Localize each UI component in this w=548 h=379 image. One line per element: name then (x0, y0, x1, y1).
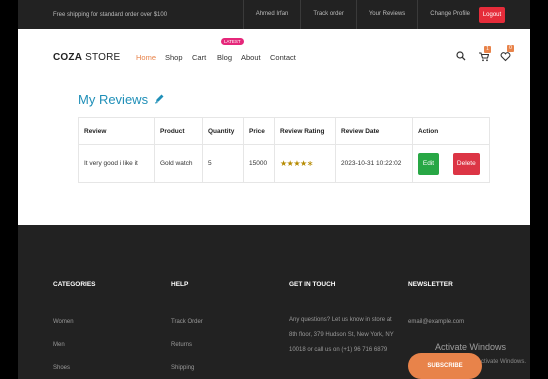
help-track-order[interactable]: Track Order (171, 319, 203, 342)
nav-cart[interactable]: Cart (192, 53, 206, 62)
quantity-value: 5 (202, 144, 244, 183)
get-in-touch-heading: GET IN TOUCH (289, 281, 336, 288)
activate-windows-watermark-secondary: ctivate Windows. (481, 359, 527, 365)
your-reviews-link[interactable]: Your Reviews (355, 0, 417, 29)
logout-button[interactable]: Logout (479, 7, 505, 23)
footer-get-in-touch: GET IN TOUCH Any questions? Let us know … (289, 281, 401, 358)
col-review-date: Review Date (335, 117, 413, 145)
action-cell: Edit Delete (412, 144, 490, 183)
col-review-rating: Review Rating (274, 117, 336, 145)
app-frame: Free shipping for standard order over $1… (18, 0, 530, 379)
product-name: Gold watch (154, 144, 203, 183)
col-review: Review (78, 117, 155, 145)
footer-newsletter: NEWSLETTER email@example.com (408, 281, 464, 325)
cart-count-badge: 1 (484, 46, 491, 53)
edit-button[interactable]: Edit (418, 152, 439, 175)
review-rating: ★★★★∗ (274, 144, 336, 183)
track-order-link[interactable]: Track order (300, 0, 355, 29)
category-shoes[interactable]: Shoes (53, 365, 96, 379)
footer-categories: CATEGORIES Women Men Shoes (53, 281, 96, 379)
subscribe-button[interactable]: SUBSCRIBE (408, 353, 482, 379)
nav-home[interactable]: Home (136, 53, 156, 62)
newsletter-heading: NEWSLETTER (408, 281, 453, 288)
user-name-link[interactable]: Ahmed Irfan (242, 0, 301, 29)
newsletter-email-input[interactable]: email@example.com (408, 319, 464, 325)
wishlist-count-badge: 0 (507, 45, 514, 52)
activate-windows-watermark: Activate Windows (435, 342, 507, 352)
review-date: 2023-10-31 10:22:02 (335, 144, 413, 183)
nav-about[interactable]: About (241, 53, 261, 62)
main-header: COZA STORE Home Shop Cart Blog About Con… (18, 29, 530, 81)
heart-icon[interactable] (498, 51, 512, 65)
page-title: My Reviews (78, 92, 165, 107)
delete-button[interactable]: Delete (452, 152, 480, 175)
category-men[interactable]: Men (53, 342, 96, 365)
nav-blog[interactable]: Blog (217, 53, 232, 62)
categories-heading: CATEGORIES (53, 281, 96, 288)
top-links: Ahmed Irfan Track order Your Reviews Cha… (242, 0, 482, 29)
page-title-text: My Reviews (78, 92, 149, 107)
contact-info: Any questions? Let us know in store at 8… (289, 317, 394, 353)
nav-shop[interactable]: Shop (165, 53, 183, 62)
top-bar: Free shipping for standard order over $1… (18, 0, 530, 29)
col-product: Product (154, 117, 203, 145)
col-quantity: Quantity (202, 117, 244, 145)
shipping-notice: Free shipping for standard order over $1… (53, 12, 168, 18)
footer-help: HELP Track Order Returns Shipping (171, 281, 203, 379)
reviews-table: Review Product Quantity Price Review Rat… (78, 117, 490, 183)
help-heading: HELP (171, 281, 189, 288)
latest-badge: LATEST (221, 38, 244, 45)
col-action: Action (412, 117, 490, 145)
category-women[interactable]: Women (53, 319, 96, 342)
logo-rest: STORE (82, 52, 121, 63)
review-text: It very good i like it (78, 144, 155, 183)
cart-icon[interactable] (476, 51, 490, 65)
table-header-row: Review Product Quantity Price Review Rat… (78, 117, 490, 145)
search-icon[interactable] (454, 51, 468, 65)
pencil-icon (154, 93, 165, 107)
help-shipping[interactable]: Shipping (171, 365, 203, 379)
col-price: Price (243, 117, 275, 145)
help-returns[interactable]: Returns (171, 342, 203, 365)
table-row: It very good i like it Gold watch 5 1500… (78, 144, 490, 183)
change-profile-link[interactable]: Change Profile (417, 0, 482, 29)
star-rating-icon: ★★★★∗ (280, 159, 313, 168)
price-value: 15000 (243, 144, 275, 183)
store-logo[interactable]: COZA STORE (53, 52, 120, 63)
nav-contact[interactable]: Contact (270, 53, 296, 62)
logo-bold: COZA (53, 52, 83, 63)
site-footer: CATEGORIES Women Men Shoes HELP Track Or… (18, 225, 530, 379)
